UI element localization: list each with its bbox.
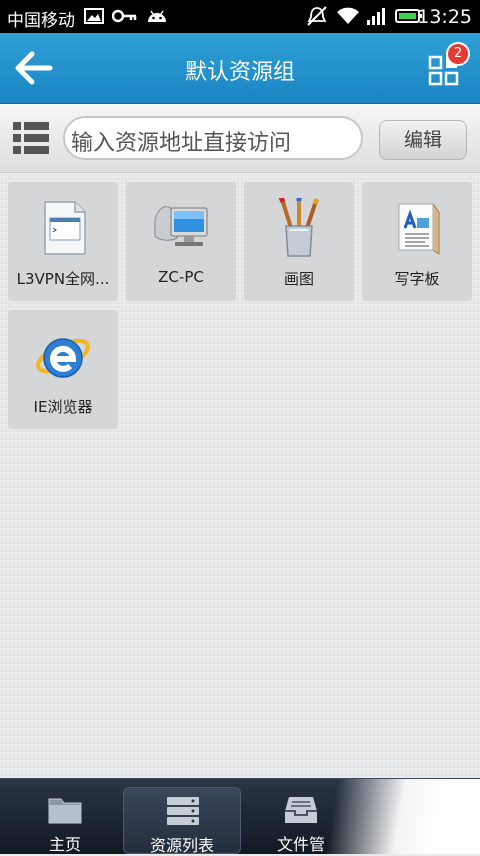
nav-resource-list[interactable]: 资源列表 [123,787,241,855]
resource-tile-l3vpn[interactable]: L3VPN全网... [8,182,118,301]
resource-label: IE浏览器 [33,398,93,416]
resource-grid: L3VPN全网... ZC-PC 画图 写字板 IE浏览器 [0,173,480,778]
signal-icon [367,8,385,25]
nav-fade-overlay [300,779,480,854]
folder-home-icon [48,798,82,824]
ie-browser-icon [36,338,90,378]
resource-label: L3VPN全网... [16,270,110,288]
wifi-icon [337,7,359,24]
resource-label: 画图 [283,270,314,288]
nav-label: 资源列表 [149,836,214,855]
remote-computer-icon [154,206,208,246]
status-bar: 中国移动 13:25 [0,0,480,33]
resource-address-input[interactable]: 输入资源地址直接访问 [63,116,363,160]
resource-label: ZC-PC [158,268,204,286]
resource-tile-wordpad[interactable]: 写字板 [362,182,472,301]
resource-label: 写字板 [394,270,440,288]
mute-icon [307,6,327,26]
edit-button[interactable]: 编辑 [379,120,467,160]
android-icon [148,10,166,22]
paint-brushes-icon [278,198,320,257]
carrier-name: 中国移动 [7,11,75,31]
resource-tile-ie[interactable]: IE浏览器 [8,310,118,429]
bottom-navigation: 主页 资源列表 文件管 [0,778,480,855]
server-list-icon [167,797,199,825]
nav-home[interactable]: 主页 [6,779,124,854]
page-title: 默认资源组 [184,60,295,85]
image-icon [84,8,104,24]
search-toolbar: 输入资源地址直接访问 编辑 [0,104,480,173]
resource-tile-paint[interactable]: 画图 [244,182,354,301]
search-placeholder: 输入资源地址直接访问 [71,131,292,156]
title-bar: 默认资源组 2 [0,33,480,104]
nav-label: 主页 [48,835,81,854]
wordpad-icon [398,203,440,255]
notification-badge: 2 [446,42,470,66]
list-view-icon[interactable] [13,120,49,156]
key-icon [112,9,137,23]
window-app-icon [44,201,86,255]
status-time: 13:25 [417,6,472,28]
resource-tile-zc-pc[interactable]: ZC-PC [126,182,236,301]
